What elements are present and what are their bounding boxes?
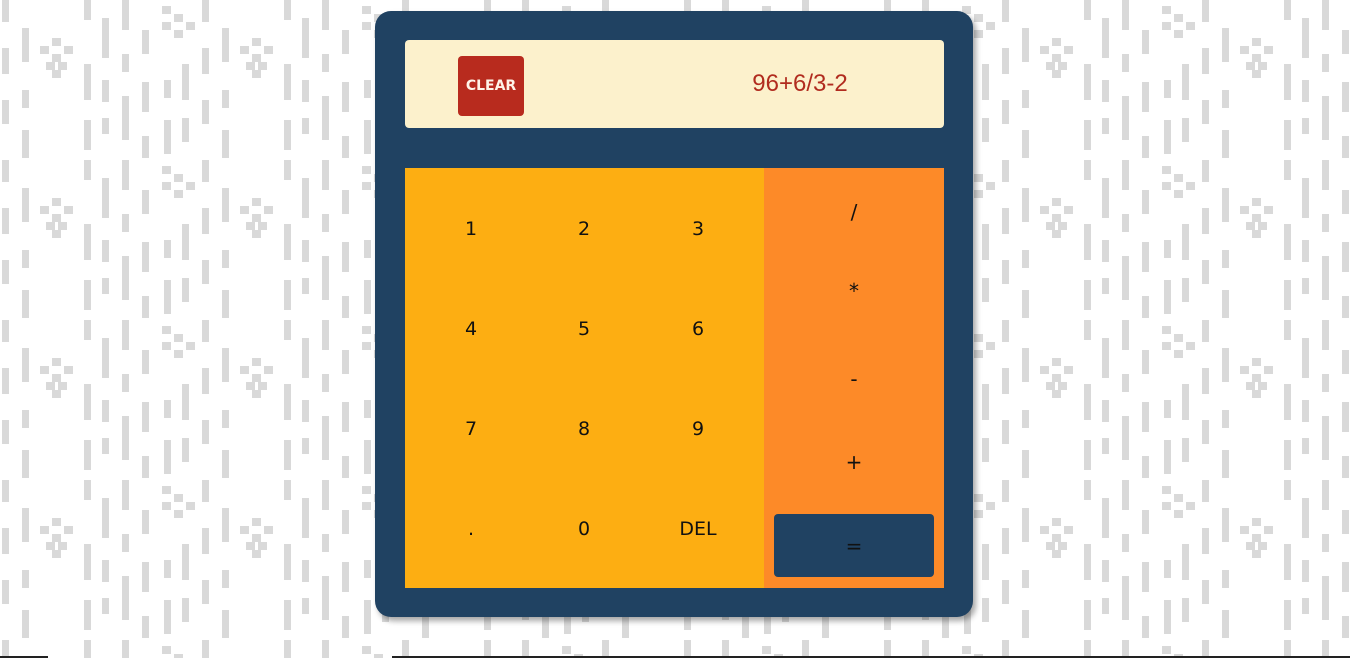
key-4[interactable]: 4 [431,309,511,349]
key-7[interactable]: 7 [431,409,511,449]
key-6[interactable]: 6 [658,309,738,349]
expression-display: 96+6/3-2 [752,70,848,97]
key-0[interactable]: 0 [544,509,624,549]
calculator: CLEAR 96+6/3-2 1 2 3 4 5 6 7 8 9 . 0 DEL… [375,11,973,617]
add-button[interactable]: + [814,442,894,482]
key-5[interactable]: 5 [544,309,624,349]
calculator-display: CLEAR 96+6/3-2 [405,40,944,128]
clear-button[interactable]: CLEAR [458,56,524,116]
key-decimal[interactable]: . [431,509,511,549]
subtract-button[interactable]: - [814,359,894,399]
key-9[interactable]: 9 [658,409,738,449]
multiply-button[interactable]: * [814,271,894,311]
key-1[interactable]: 1 [431,209,511,249]
operator-keypad: / * - + = [764,168,944,588]
key-2[interactable]: 2 [544,209,624,249]
number-keypad: 1 2 3 4 5 6 7 8 9 . 0 DEL [405,168,764,588]
equals-button[interactable]: = [774,514,934,577]
delete-button[interactable]: DEL [658,509,738,549]
divide-button[interactable]: / [814,192,894,232]
key-3[interactable]: 3 [658,209,738,249]
key-8[interactable]: 8 [544,409,624,449]
